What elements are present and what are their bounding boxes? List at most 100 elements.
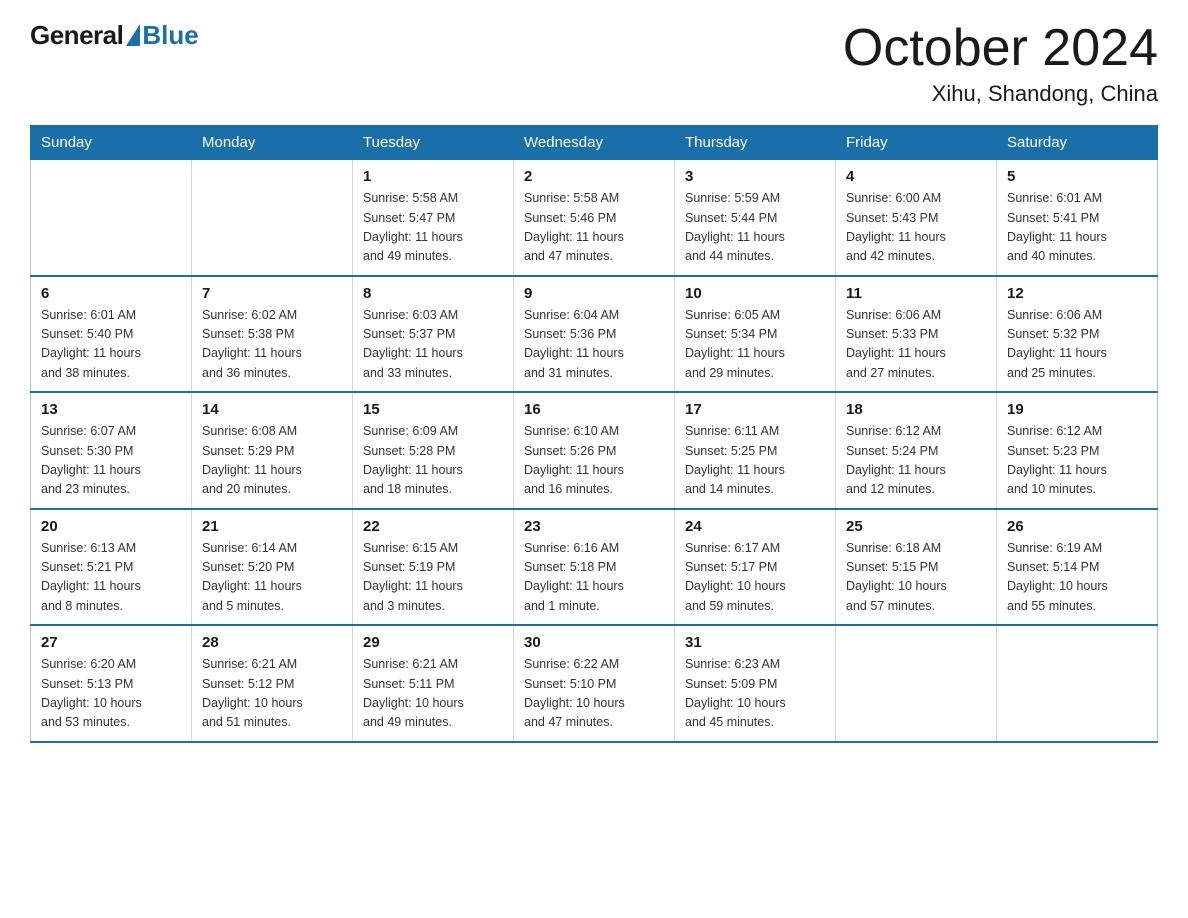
calendar-cell: 25 Sunrise: 6:18 AM Sunset: 5:15 PM Dayli…: [836, 509, 997, 626]
day-number: 26: [1007, 518, 1147, 535]
title-section: October 2024 Xihu, Shandong, China: [843, 20, 1158, 107]
calendar-cell: [997, 625, 1158, 742]
day-number: 8: [363, 285, 503, 302]
calendar-week-row: 27 Sunrise: 6:20 AM Sunset: 5:13 PM Dayli…: [31, 625, 1158, 742]
logo-general-text: General: [30, 20, 123, 51]
calendar-table: SundayMondayTuesdayWednesdayThursdayFrid…: [30, 125, 1158, 743]
calendar-cell: 26Sunrise: 6:19 AM Sunset: 5:14 PM Dayli…: [997, 509, 1158, 626]
calendar-cell: 8 Sunrise: 6:03 AM Sunset: 5:37 PM Daylig…: [353, 276, 514, 393]
calendar-week-row: 6 Sunrise: 6:01 AM Sunset: 5:40 PM Daylig…: [31, 276, 1158, 393]
day-info: Sunrise: 6:22 AM Sunset: 5:10 PM Dayligh…: [524, 655, 664, 733]
day-info: Sunrise: 6:16 AM Sunset: 5:18 PM Dayligh…: [524, 539, 664, 617]
day-info: Sunrise: 6:15 AM Sunset: 5:19 PM Dayligh…: [363, 539, 503, 617]
day-number: 17: [685, 401, 825, 418]
day-info: Sunrise: 6:10 AM Sunset: 5:26 PM Dayligh…: [524, 422, 664, 500]
calendar-cell: [31, 160, 192, 276]
day-info: Sunrise: 6:04 AM Sunset: 5:36 PM Dayligh…: [524, 306, 664, 384]
weekday-header-sunday: Sunday: [31, 126, 192, 160]
day-info: Sunrise: 6:20 AM Sunset: 5:13 PM Dayligh…: [41, 655, 181, 733]
calendar-cell: 19 Sunrise: 6:12 AM Sunset: 5:23 PM Dayli…: [997, 392, 1158, 509]
day-info: Sunrise: 6:07 AM Sunset: 5:30 PM Dayligh…: [41, 422, 181, 500]
day-info: Sunrise: 6:12 AM Sunset: 5:23 PM Dayligh…: [1007, 422, 1147, 500]
day-info: Sunrise: 6:02 AM Sunset: 5:38 PM Dayligh…: [202, 306, 342, 384]
page-header: General Blue October 2024 Xihu, Shandong…: [30, 20, 1158, 107]
calendar-cell: 13 Sunrise: 6:07 AM Sunset: 5:30 PM Dayli…: [31, 392, 192, 509]
calendar-cell: 1Sunrise: 5:58 AM Sunset: 5:47 PM Daylig…: [353, 160, 514, 276]
day-number: 12: [1007, 285, 1147, 302]
calendar-cell: 16Sunrise: 6:10 AM Sunset: 5:26 PM Dayli…: [514, 392, 675, 509]
day-number: 31: [685, 634, 825, 651]
logo: General Blue: [30, 20, 199, 51]
calendar-cell: 6 Sunrise: 6:01 AM Sunset: 5:40 PM Daylig…: [31, 276, 192, 393]
weekday-header-thursday: Thursday: [675, 126, 836, 160]
day-info: Sunrise: 5:58 AM Sunset: 5:46 PM Dayligh…: [524, 189, 664, 267]
day-number: 20: [41, 518, 181, 535]
day-info: Sunrise: 6:13 AM Sunset: 5:21 PM Dayligh…: [41, 539, 181, 617]
day-number: 23: [524, 518, 664, 535]
day-info: Sunrise: 6:06 AM Sunset: 5:32 PM Dayligh…: [1007, 306, 1147, 384]
weekday-header-saturday: Saturday: [997, 126, 1158, 160]
calendar-cell: 28Sunrise: 6:21 AM Sunset: 5:12 PM Dayli…: [192, 625, 353, 742]
month-title: October 2024: [843, 20, 1158, 77]
calendar-cell: 9 Sunrise: 6:04 AM Sunset: 5:36 PM Daylig…: [514, 276, 675, 393]
day-info: Sunrise: 6:03 AM Sunset: 5:37 PM Dayligh…: [363, 306, 503, 384]
weekday-header-monday: Monday: [192, 126, 353, 160]
calendar-cell: 11 Sunrise: 6:06 AM Sunset: 5:33 PM Dayli…: [836, 276, 997, 393]
calendar-cell: 24Sunrise: 6:17 AM Sunset: 5:17 PM Dayli…: [675, 509, 836, 626]
day-info: Sunrise: 6:18 AM Sunset: 5:15 PM Dayligh…: [846, 539, 986, 617]
calendar-cell: 3 Sunrise: 5:59 AM Sunset: 5:44 PM Daylig…: [675, 160, 836, 276]
day-info: Sunrise: 6:01 AM Sunset: 5:40 PM Dayligh…: [41, 306, 181, 384]
day-number: 18: [846, 401, 986, 418]
day-number: 24: [685, 518, 825, 535]
calendar-cell: 7 Sunrise: 6:02 AM Sunset: 5:38 PM Daylig…: [192, 276, 353, 393]
day-number: 4: [846, 168, 986, 185]
day-info: Sunrise: 6:09 AM Sunset: 5:28 PM Dayligh…: [363, 422, 503, 500]
day-info: Sunrise: 6:00 AM Sunset: 5:43 PM Dayligh…: [846, 189, 986, 267]
weekday-header-wednesday: Wednesday: [514, 126, 675, 160]
day-number: 15: [363, 401, 503, 418]
day-number: 25: [846, 518, 986, 535]
weekday-header-friday: Friday: [836, 126, 997, 160]
day-number: 3: [685, 168, 825, 185]
day-info: Sunrise: 6:21 AM Sunset: 5:11 PM Dayligh…: [363, 655, 503, 733]
day-number: 7: [202, 285, 342, 302]
day-info: Sunrise: 6:05 AM Sunset: 5:34 PM Dayligh…: [685, 306, 825, 384]
calendar-cell: [192, 160, 353, 276]
day-number: 19: [1007, 401, 1147, 418]
day-number: 9: [524, 285, 664, 302]
day-info: Sunrise: 5:58 AM Sunset: 5:47 PM Dayligh…: [363, 189, 503, 267]
day-number: 21: [202, 518, 342, 535]
day-number: 2: [524, 168, 664, 185]
calendar-week-row: 20 Sunrise: 6:13 AM Sunset: 5:21 PM Dayli…: [31, 509, 1158, 626]
day-info: Sunrise: 6:23 AM Sunset: 5:09 PM Dayligh…: [685, 655, 825, 733]
calendar-week-row: 1Sunrise: 5:58 AM Sunset: 5:47 PM Daylig…: [31, 160, 1158, 276]
calendar-cell: 27 Sunrise: 6:20 AM Sunset: 5:13 PM Dayli…: [31, 625, 192, 742]
calendar-cell: 5Sunrise: 6:01 AM Sunset: 5:41 PM Daylig…: [997, 160, 1158, 276]
logo-blue-text: Blue: [142, 20, 198, 51]
day-number: 29: [363, 634, 503, 651]
calendar-cell: 15 Sunrise: 6:09 AM Sunset: 5:28 PM Dayli…: [353, 392, 514, 509]
calendar-cell: 14Sunrise: 6:08 AM Sunset: 5:29 PM Dayli…: [192, 392, 353, 509]
calendar-cell: [836, 625, 997, 742]
day-number: 6: [41, 285, 181, 302]
calendar-cell: 4 Sunrise: 6:00 AM Sunset: 5:43 PM Daylig…: [836, 160, 997, 276]
day-info: Sunrise: 6:06 AM Sunset: 5:33 PM Dayligh…: [846, 306, 986, 384]
logo-triangle-icon: [126, 24, 140, 46]
day-number: 27: [41, 634, 181, 651]
calendar-cell: 30Sunrise: 6:22 AM Sunset: 5:10 PM Dayli…: [514, 625, 675, 742]
calendar-cell: 22Sunrise: 6:15 AM Sunset: 5:19 PM Dayli…: [353, 509, 514, 626]
day-number: 13: [41, 401, 181, 418]
calendar-cell: 20 Sunrise: 6:13 AM Sunset: 5:21 PM Dayli…: [31, 509, 192, 626]
calendar-cell: 23 Sunrise: 6:16 AM Sunset: 5:18 PM Dayli…: [514, 509, 675, 626]
calendar-cell: 31 Sunrise: 6:23 AM Sunset: 5:09 PM Dayli…: [675, 625, 836, 742]
day-info: Sunrise: 6:14 AM Sunset: 5:20 PM Dayligh…: [202, 539, 342, 617]
day-number: 5: [1007, 168, 1147, 185]
location-title: Xihu, Shandong, China: [843, 81, 1158, 107]
calendar-cell: 10 Sunrise: 6:05 AM Sunset: 5:34 PM Dayli…: [675, 276, 836, 393]
calendar-cell: 29 Sunrise: 6:21 AM Sunset: 5:11 PM Dayli…: [353, 625, 514, 742]
calendar-cell: 17Sunrise: 6:11 AM Sunset: 5:25 PM Dayli…: [675, 392, 836, 509]
day-number: 10: [685, 285, 825, 302]
day-info: Sunrise: 5:59 AM Sunset: 5:44 PM Dayligh…: [685, 189, 825, 267]
day-number: 11: [846, 285, 986, 302]
day-info: Sunrise: 6:12 AM Sunset: 5:24 PM Dayligh…: [846, 422, 986, 500]
